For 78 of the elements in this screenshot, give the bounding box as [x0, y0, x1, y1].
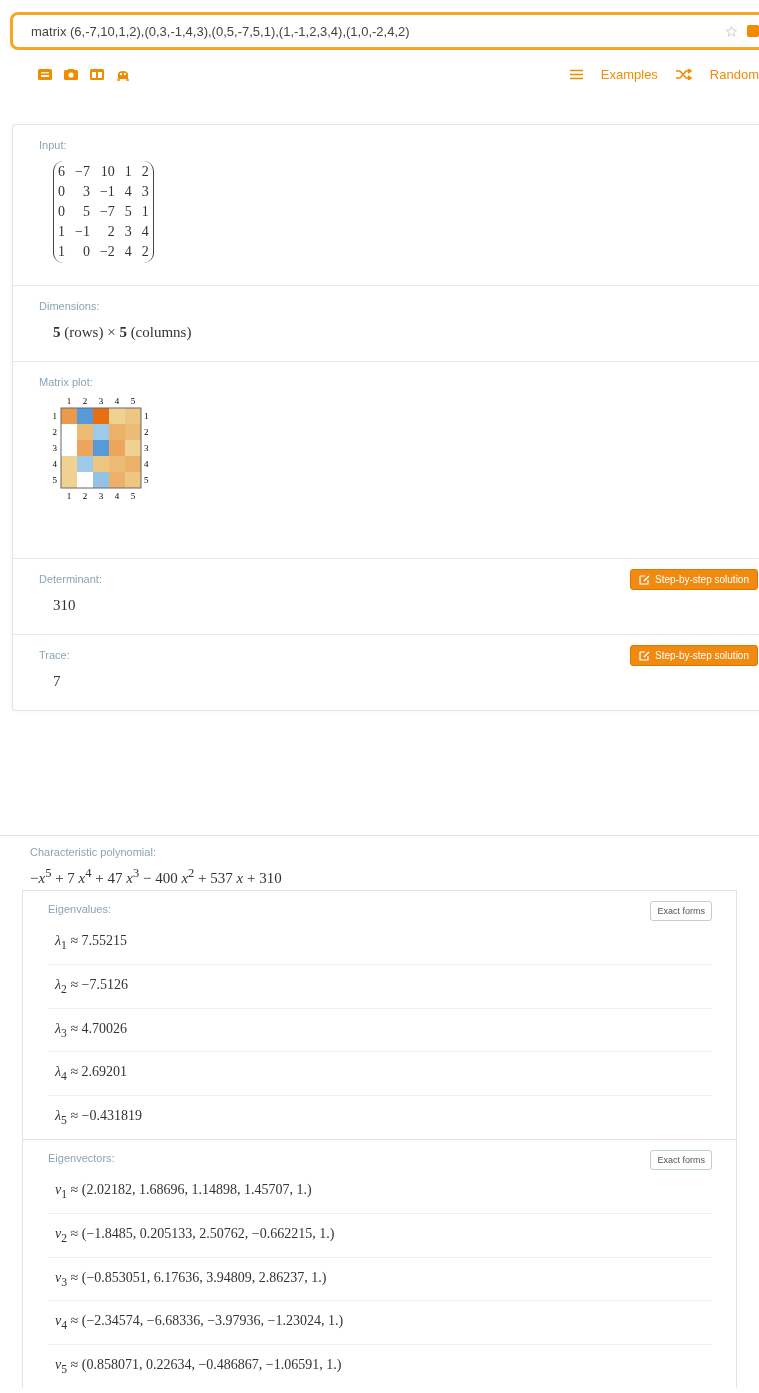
result-value: λ$_{2}$ ≈ −7.5126	[48, 964, 712, 1009]
result-value: 5 (rows) × 5 (columns)	[53, 324, 193, 341]
axis-label: 4	[114, 491, 120, 501]
result-value: v$_{3}$ ≈ (−0.853051, 6.17636, 3.94809, 2.86237, 1.)	[48, 1257, 712, 1302]
matrix-entry: 5	[81, 203, 90, 221]
section-title: Trace:	[39, 649, 70, 661]
matrix-entry: 0	[81, 243, 90, 261]
edit-icon	[639, 650, 651, 661]
axis-label: 4	[114, 396, 120, 406]
matrix-entry: −2	[99, 243, 115, 261]
matrix-entry: 0	[58, 203, 65, 221]
matrix-entry: 1	[124, 163, 132, 181]
axis-label: 3	[52, 443, 57, 453]
axis-label: 4	[144, 459, 149, 469]
matrix-entry: 3	[124, 223, 132, 241]
result-value: v$_{5}$ ≈ (0.858071, 0.22634, −0.486867, −1.06591, 1.)	[54, 1356, 343, 1378]
axis-label: 5	[52, 475, 57, 485]
table-icon[interactable]	[90, 68, 104, 80]
result-value: λ$_{5}$ ≈ −0.431819	[54, 1107, 143, 1129]
section-title: Dimensions:	[39, 300, 100, 312]
result-value: 7	[53, 673, 62, 690]
matrix-entry: 0	[58, 183, 65, 201]
result-value: λ$_{3}$ ≈ 4.70026	[48, 1008, 712, 1053]
section-title: Input:	[39, 139, 67, 151]
axis-label: 3	[98, 491, 104, 501]
camera-icon[interactable]	[64, 68, 78, 80]
matrix-entry: −1	[99, 183, 115, 201]
matrix-entry: 3	[81, 183, 90, 201]
axis-label: 5	[130, 396, 136, 406]
matrix-entry: −7	[75, 163, 90, 181]
section-title: Characteristic polynomial:	[30, 846, 156, 858]
search-field[interactable]: matrix (6,-7,10,1,2),(0,3,-1,4,3),(0,5,-7,5,1),(1,-1,2,3,4),(1,0,-2,4,2)	[10, 12, 759, 50]
axis-label: 5	[144, 475, 149, 485]
matrix-entry: 5	[124, 203, 132, 221]
axis-label: 2	[144, 427, 149, 437]
section-title: Matrix plot:	[39, 376, 93, 388]
matrix-entry: 1	[58, 223, 65, 241]
section-title: Eigenvalues:	[48, 903, 111, 915]
matrix-entry: −1	[75, 223, 90, 241]
exact-forms-button[interactable]: Exact forms	[650, 1150, 712, 1170]
axis-label: 5	[130, 491, 136, 501]
result-value: λ$_{4}$ ≈ 2.69201	[48, 1052, 712, 1097]
axis-label: 3	[144, 443, 149, 453]
matrix-entry: 1	[58, 243, 65, 261]
matrix-entry: 6	[58, 163, 65, 181]
matrix-entry: 2	[141, 163, 149, 181]
result-value: v$_{1}$ ≈ (2.02182, 1.68696, 1.14898, 1.45707, 1.)	[48, 1170, 712, 1214]
matrix-entry: 3	[141, 183, 149, 201]
result-value: 310	[53, 597, 77, 614]
matrix-entry: 4	[141, 223, 149, 241]
axis-label: 1	[66, 396, 72, 406]
axis-label: 2	[52, 427, 57, 437]
matrix-entry: 2	[141, 243, 149, 261]
matrix-entry: −7	[99, 203, 115, 221]
matrix-entry: 1	[141, 203, 149, 221]
axis-label: 4	[52, 459, 57, 469]
matrix-entry: 10	[99, 163, 115, 181]
exact-forms-button[interactable]: Exact forms	[650, 901, 712, 921]
result-value: λ$_{1}$ ≈ 7.55215	[48, 921, 712, 965]
search-input[interactable]: matrix (6,-7,10,1,2),(0,3,-1,4,3),(0,5,-7,5,1),(1,-1,2,3,4),(1,0,-2,4,2)	[29, 22, 716, 40]
axis-label: 1	[144, 411, 149, 421]
axis-label: 1	[66, 491, 72, 501]
axis-label: 3	[98, 396, 104, 406]
axis-label: 1	[52, 411, 57, 421]
result-value: v$_{2}$ ≈ (−1.8485, 0.205133, 2.50762, −0.662215, 1.)	[48, 1213, 712, 1258]
polynomial: −x$^{5}$ + 7 x$^{4}$ + 47 x$^{3}$ − 400 x$^{2}$ + 537 x + 310	[30, 866, 283, 887]
matrix-entry: 4	[124, 243, 132, 261]
axis-label: 2	[82, 396, 88, 406]
result-value: v$_{4}$ ≈ (−2.34574, −6.68336, −3.97936, −1.23024, 1.)	[48, 1301, 712, 1346]
keyboard-icon[interactable]	[38, 68, 52, 80]
star-icon[interactable]	[726, 25, 737, 37]
axis-label: 2	[82, 491, 88, 501]
section-title: Eigenvectors:	[48, 1152, 115, 1164]
shuffle-icon	[675, 68, 692, 80]
matrix-entry: 4	[124, 183, 132, 201]
matrix-entry: 2	[106, 223, 115, 241]
edit-icon	[639, 574, 651, 585]
section-title: Determinant:	[39, 573, 102, 585]
